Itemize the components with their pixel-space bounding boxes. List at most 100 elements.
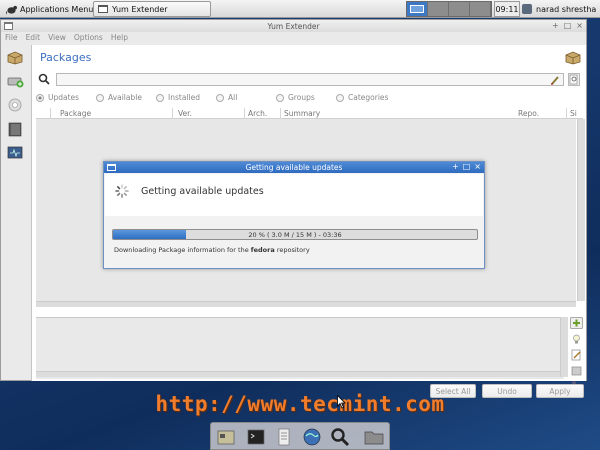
text-editor-icon	[278, 428, 290, 446]
filter-label: Available	[108, 93, 142, 102]
dock-terminal[interactable]	[245, 426, 267, 448]
filter-label: Categories	[348, 93, 389, 102]
edit-icon[interactable]	[570, 349, 583, 361]
radio-indicator	[36, 93, 44, 102]
download-suffix: repository	[276, 246, 310, 254]
search-row	[38, 73, 580, 87]
radio-indicator	[336, 93, 344, 102]
column-summary[interactable]: Summary	[284, 109, 320, 118]
file-manager-icon	[217, 430, 235, 445]
column-separator	[566, 108, 567, 119]
user-menu[interactable]: narad shrestha	[522, 1, 596, 17]
column-arch[interactable]: Arch.	[248, 109, 267, 118]
actions-view-button[interactable]	[4, 95, 26, 115]
taskbar-item-yum-extender[interactable]: Yum Extender	[93, 1, 211, 17]
package-table-header: Package Ver. Arch. Summary Repo. Si	[36, 108, 583, 119]
menu-options[interactable]: Options	[74, 33, 103, 42]
package-info-pane[interactable]	[36, 317, 564, 379]
user-name: narad shrestha	[536, 4, 597, 14]
book-icon	[8, 122, 22, 137]
info-pane-vertical-scrollbar[interactable]	[560, 317, 568, 377]
lifebuoy-icon	[8, 98, 22, 112]
filter-label: Updates	[48, 93, 80, 102]
window-menu-icon[interactable]	[4, 22, 13, 30]
add-icon[interactable]	[570, 317, 583, 329]
workspace-3[interactable]	[449, 2, 470, 16]
filter-groups-radio[interactable]: Groups	[276, 93, 315, 102]
workspace-4[interactable]	[470, 2, 491, 16]
watermark-url: http://www.tecmint.com	[155, 392, 445, 416]
workspace-switcher	[406, 1, 492, 17]
radio-indicator	[216, 93, 224, 102]
window-icon	[98, 5, 108, 13]
dock-text-editor[interactable]	[273, 426, 295, 448]
workspace-1[interactable]	[407, 2, 428, 16]
window-maximize-button[interactable]: □	[564, 21, 572, 30]
history-view-button[interactable]	[4, 119, 26, 139]
filter-updates-radio[interactable]: Updates	[36, 93, 79, 102]
radio-indicator	[96, 93, 104, 102]
clock[interactable]: 09:11	[494, 1, 520, 17]
filter-all-radio[interactable]: All	[216, 93, 237, 102]
search-input[interactable]	[56, 73, 564, 86]
dialog-message: Getting available updates	[141, 186, 264, 197]
package-list-horizontal-scrollbar[interactable]	[36, 301, 576, 307]
filter-label: All	[228, 93, 238, 102]
dialog-controls: + □ ×	[452, 162, 481, 171]
packages-view-button[interactable]	[4, 47, 26, 67]
menubar: File Edit View Options Help	[1, 32, 586, 43]
search-options-icon	[569, 74, 578, 85]
download-status: Downloading Package information for the …	[114, 246, 310, 254]
user-avatar-icon	[522, 4, 532, 14]
terminal-icon	[247, 429, 265, 445]
applications-menu-button[interactable]: Applications Menu	[2, 1, 97, 17]
dialog-sticky-button[interactable]: +	[452, 162, 459, 171]
list-icon[interactable]	[570, 365, 583, 377]
dialog-maximize-button[interactable]: □	[463, 162, 471, 171]
progress-dialog: Getting available updates + □ × Getting …	[103, 161, 485, 269]
window-sticky-button[interactable]: +	[552, 21, 559, 30]
workspace-2[interactable]	[428, 2, 449, 16]
dock-web-browser[interactable]	[301, 426, 323, 448]
filter-available-radio[interactable]: Available	[96, 93, 142, 102]
column-repo[interactable]: Repo.	[518, 109, 539, 118]
clear-search-icon[interactable]	[550, 75, 560, 85]
lightbulb-icon[interactable]	[570, 333, 583, 345]
column-package[interactable]: Package	[60, 109, 91, 118]
radio-indicator	[156, 93, 164, 102]
column-version[interactable]: Ver.	[178, 109, 192, 118]
package-box-icon	[7, 51, 23, 65]
window-title: Yum Extender	[267, 21, 320, 31]
dialog-close-button[interactable]: ×	[474, 162, 481, 171]
dialog-title: Getting available updates	[245, 163, 343, 172]
filter-installed-radio[interactable]: Installed	[156, 93, 200, 102]
progress-text: 20 % ( 3.0 M / 15 M ) - 03:36	[248, 230, 342, 239]
view-toolbar	[3, 45, 29, 180]
column-size[interactable]: Si	[570, 109, 577, 118]
output-view-button[interactable]	[4, 143, 26, 163]
dialog-window-menu-icon[interactable]	[107, 164, 116, 171]
window-close-button[interactable]: ×	[576, 21, 583, 30]
package-list-vertical-scrollbar[interactable]	[577, 119, 585, 301]
menu-file[interactable]: File	[5, 33, 18, 42]
search-options-button[interactable]	[568, 73, 580, 86]
info-toolbar	[569, 315, 585, 389]
menu-help[interactable]: Help	[111, 33, 128, 42]
package-filter-radios: Updates Available Installed All Groups C…	[36, 93, 556, 105]
dock-folder[interactable]	[363, 426, 385, 448]
column-separator	[50, 108, 51, 119]
info-pane-horizontal-scrollbar[interactable]	[36, 371, 560, 377]
dock-file-manager[interactable]	[215, 426, 237, 448]
filter-categories-radio[interactable]: Categories	[336, 93, 388, 102]
download-progress-bar: 20 % ( 3.0 M / 15 M ) - 03:36	[112, 229, 478, 240]
repositories-view-button[interactable]	[4, 71, 26, 91]
dock	[210, 422, 390, 450]
radio-indicator	[276, 93, 284, 102]
menu-edit[interactable]: Edit	[26, 33, 41, 42]
menu-view[interactable]: View	[48, 33, 66, 42]
download-prefix: Downloading Package information for the	[114, 246, 249, 254]
window-titlebar[interactable]: Yum Extender + □ ×	[1, 20, 586, 32]
dock-search[interactable]	[329, 426, 351, 448]
dialog-titlebar[interactable]: Getting available updates + □ ×	[104, 162, 484, 173]
xfce-mouse-icon	[6, 5, 17, 14]
